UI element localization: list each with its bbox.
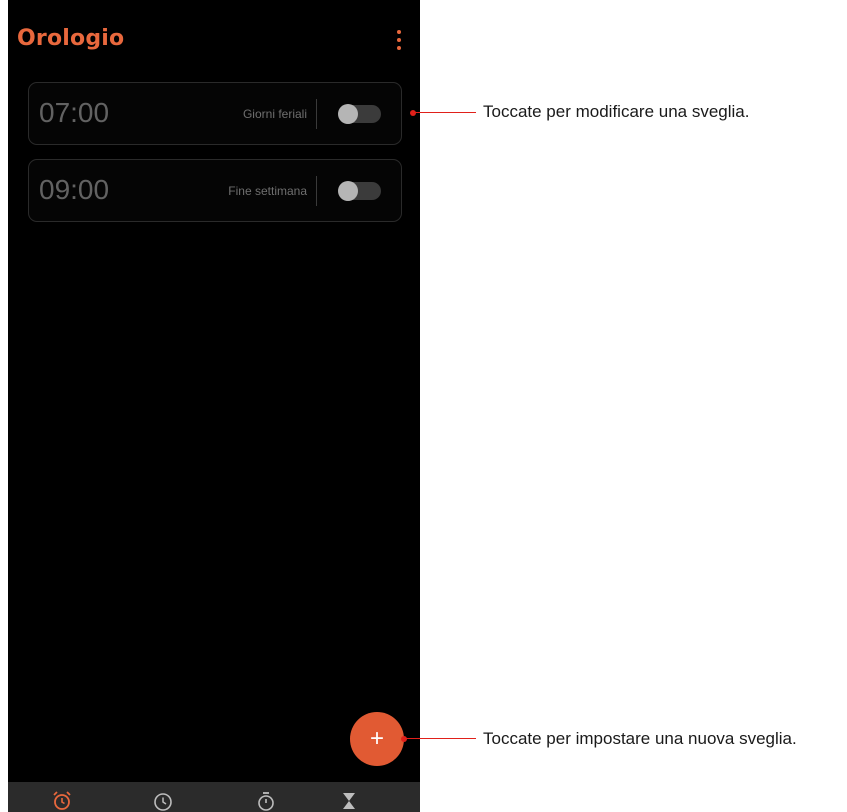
alarm-time: 09:00 <box>39 174 110 205</box>
callout-dot <box>410 110 416 116</box>
divider <box>316 99 317 129</box>
phone-screen: Orologio 07:00 Giorni feriali 09:00 Fine… <box>8 0 420 812</box>
stopwatch-icon[interactable] <box>254 789 278 812</box>
timer-hourglass-icon[interactable] <box>337 789 361 812</box>
overflow-menu-icon[interactable] <box>394 30 404 50</box>
world-clock-icon[interactable] <box>151 789 175 812</box>
alarm-repeat-label: Giorni feriali <box>242 107 307 121</box>
alarm-toggle[interactable] <box>338 104 381 124</box>
app-title: Orologio <box>17 26 125 51</box>
bottom-navigation <box>8 782 420 812</box>
toggle-knob <box>338 104 358 124</box>
divider <box>316 176 317 206</box>
toggle-knob <box>338 181 358 201</box>
alarm-item-0700[interactable]: 07:00 Giorni feriali <box>28 82 402 145</box>
callout-line <box>414 112 476 113</box>
add-alarm-button[interactable]: + <box>350 712 404 766</box>
callout-line <box>405 738 476 739</box>
annotation-edit-alarm: Toccate per modificare una sveglia. <box>483 102 750 121</box>
annotation-new-alarm: Toccate per impostare una nuova sveglia. <box>483 729 797 748</box>
alarm-clock-icon[interactable] <box>50 789 74 812</box>
alarm-time: 07:00 <box>39 97 110 128</box>
alarm-repeat-label: Fine settimana <box>228 184 307 198</box>
alarm-item-0900[interactable]: 09:00 Fine settimana <box>28 159 402 222</box>
callout-dot <box>401 736 407 742</box>
alarm-toggle[interactable] <box>338 181 381 201</box>
